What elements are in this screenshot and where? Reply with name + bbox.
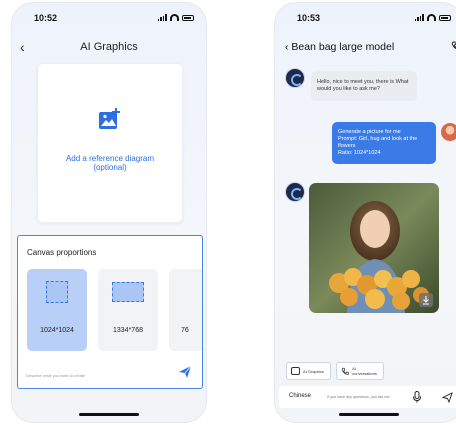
ratio-option-1334x768[interactable]: 1334*768	[98, 269, 158, 351]
status-icons	[157, 14, 194, 21]
chip-label: AI conversations	[352, 366, 377, 376]
wifi-icon	[427, 14, 436, 21]
user-message-bubble: Generate a picture for me Prompt: Girl, …	[332, 122, 436, 164]
chat-title: Bean bag large model	[291, 41, 395, 53]
signal-icon	[414, 14, 424, 21]
status-time: 10:52	[34, 13, 58, 23]
phone-chat: 10:53 ‹ Bean bag large model Hello, nice…	[274, 2, 456, 423]
ratio-label: 1024*1024	[40, 327, 74, 334]
send-icon[interactable]	[442, 392, 453, 403]
microphone-icon[interactable]	[412, 391, 422, 403]
reference-upload-card[interactable]: Add a reference diagram (optional)	[37, 63, 183, 223]
screenshot-stage: 10:52 ‹ AI Graphics Add a reference diag…	[0, 0, 456, 425]
status-time: 10:53	[297, 13, 321, 23]
home-indicator	[339, 413, 399, 416]
image-add-icon	[99, 108, 120, 129]
square-ratio-icon	[46, 281, 68, 303]
image-icon	[291, 367, 300, 375]
battery-icon	[182, 14, 194, 21]
reference-label-line1: Add a reference diagram	[65, 154, 155, 163]
reference-label: Add a reference diagram (optional)	[48, 154, 172, 172]
wifi-icon	[170, 14, 179, 21]
bot-avatar	[285, 182, 305, 202]
ratio-option-partial[interactable]: 76	[169, 269, 202, 351]
user-message-line: Ratio: 1024*1024	[338, 150, 381, 156]
ratio-option-1024x1024[interactable]: 1024*1024	[27, 269, 87, 351]
chat-input-bar: Chinese If you have any questions, just …	[279, 386, 456, 408]
canvas-proportions-title: Canvas proportions	[27, 248, 97, 257]
phone-icon[interactable]	[451, 41, 456, 51]
send-icon[interactable]	[178, 365, 192, 379]
home-indicator	[79, 413, 139, 416]
generated-image[interactable]	[309, 183, 439, 313]
phone-icon	[341, 367, 349, 375]
status-bar: 10:52	[12, 13, 206, 27]
download-icon[interactable]	[419, 293, 433, 307]
ratio-label: 1334*768	[113, 327, 143, 334]
status-bar: 10:53	[275, 13, 456, 27]
chip-ai-conversations[interactable]: AI conversations	[336, 362, 384, 380]
chat-header: ‹ Bean bag large model	[285, 41, 394, 53]
user-avatar	[441, 123, 456, 141]
user-message-line: Generate a picture for me	[338, 129, 401, 135]
language-selector[interactable]: Chinese	[289, 393, 311, 399]
chat-input[interactable]: If you have any questions, just ask me	[327, 395, 390, 399]
phone-ai-graphics: 10:52 ‹ AI Graphics Add a reference diag…	[11, 2, 207, 423]
status-icons	[414, 14, 451, 21]
bot-message-bubble: Hello, nice to meet you, there is What w…	[311, 71, 417, 101]
signal-icon	[157, 14, 167, 21]
canvas-proportions-panel: Canvas proportions 1024*1024 1334*768 76…	[17, 235, 203, 389]
user-message-line: Prompt: Girl, hug and look at the flower…	[338, 136, 418, 149]
landscape-ratio-icon	[112, 282, 144, 302]
battery-icon	[439, 14, 451, 21]
chip-label: AI Graphics	[303, 368, 324, 374]
bot-avatar	[285, 68, 305, 88]
chip-ai-graphics[interactable]: AI Graphics	[286, 362, 331, 380]
ratio-label: 76	[181, 327, 189, 334]
page-title: AI Graphics	[80, 41, 138, 53]
reference-label-line2: (optional)	[93, 163, 127, 172]
prompt-input[interactable]: Describe what you want to create	[26, 373, 85, 378]
